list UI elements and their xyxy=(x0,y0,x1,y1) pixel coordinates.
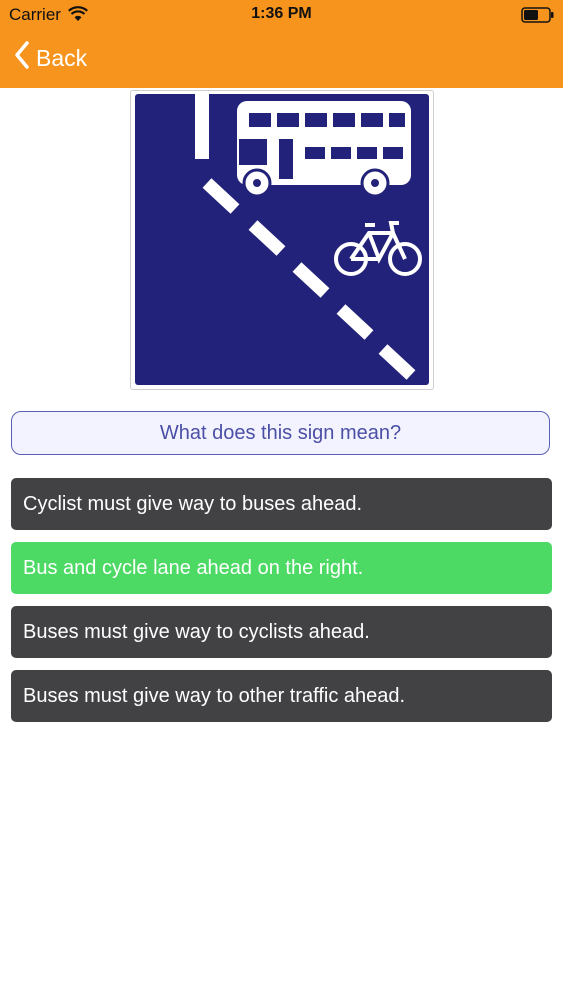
answer-option-4[interactable]: Buses must give way to other traffic ahe… xyxy=(11,670,552,722)
status-time: 1:36 PM xyxy=(251,5,312,22)
answer-option-1[interactable]: Cyclist must give way to buses ahead. xyxy=(11,478,552,530)
answer-label: Buses must give way to other traffic ahe… xyxy=(23,684,406,707)
battery-icon xyxy=(521,7,555,28)
answer-option-3[interactable]: Buses must give way to cyclists ahead. xyxy=(11,606,552,658)
status-bar: Carrier 1:36 PM xyxy=(0,0,563,30)
answer-label: Cyclist must give way to buses ahead. xyxy=(23,492,363,515)
question-box: What does this sign mean? xyxy=(11,411,550,455)
answer-label: Bus and cycle lane ahead on the right. xyxy=(23,556,364,579)
back-label: Back xyxy=(36,44,88,71)
road-sign-image xyxy=(130,90,434,390)
question-text: What does this sign mean? xyxy=(159,421,402,444)
answer-option-2[interactable]: Bus and cycle lane ahead on the right. xyxy=(11,542,552,594)
answer-label: Buses must give way to cyclists ahead. xyxy=(23,620,370,643)
chevron-left-icon xyxy=(14,41,30,75)
back-button[interactable]: Back xyxy=(14,40,87,76)
bus-icon xyxy=(237,101,411,198)
navigation-bar: Carrier 1:36 PM Back xyxy=(0,0,563,88)
